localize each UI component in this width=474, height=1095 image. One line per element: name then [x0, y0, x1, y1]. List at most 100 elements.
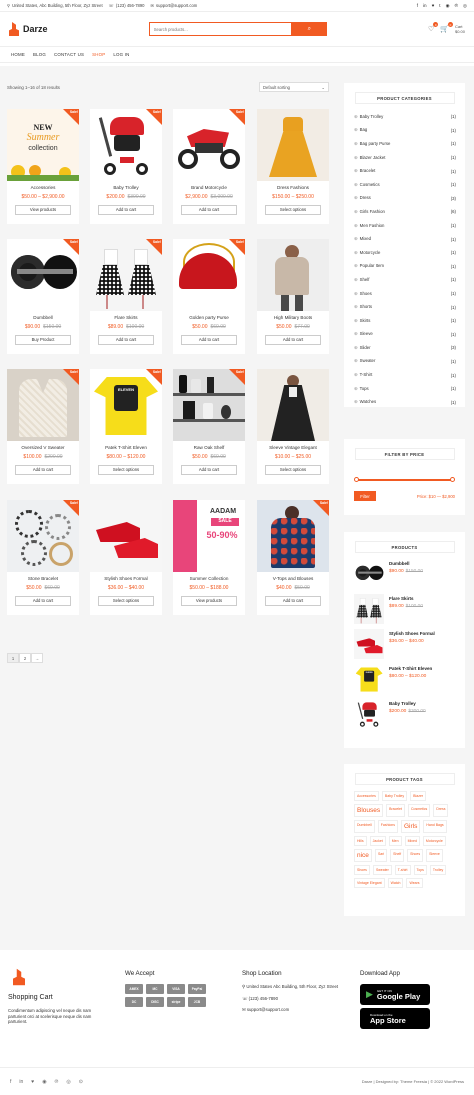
filter-button[interactable]: Filter [354, 491, 376, 501]
product-button[interactable]: Select options [98, 596, 154, 606]
tag-link[interactable]: Shoes [407, 849, 424, 862]
category-name[interactable]: Baby Trolley [360, 114, 384, 119]
category-item[interactable]: ⊕ Men Fashion (1) [344, 219, 465, 233]
social-icon[interactable]: ◉ [446, 3, 450, 9]
product-image[interactable]: Sale! [7, 239, 79, 311]
product-name[interactable]: Brand Motorcycle [173, 185, 245, 192]
category-item[interactable]: ⊕ Shelf (1) [344, 273, 465, 287]
category-item[interactable]: ⊕ T-Shirt (1) [344, 368, 465, 382]
tag-link[interactable]: Men [388, 836, 402, 846]
product-name[interactable]: Baby Trolley [389, 701, 426, 706]
category-item[interactable]: ⊕ Bag (1) [344, 124, 465, 138]
category-item[interactable]: ⊕ Sleeve (1) [344, 328, 465, 342]
category-name[interactable]: Mixed [360, 236, 371, 241]
product-name[interactable]: Raw Oak Shelf [173, 445, 245, 452]
site-logo[interactable]: Darze [9, 22, 48, 36]
nav-item-contact-us[interactable]: CONTACT US [54, 52, 84, 57]
product-name[interactable]: Baby Trolley [90, 185, 162, 192]
social-icon[interactable]: t [439, 3, 440, 9]
product-name[interactable]: Dumbbell [389, 561, 423, 566]
tag-link[interactable]: Vintage Elegant [354, 878, 385, 888]
tag-link[interactable]: Jacket [369, 836, 386, 846]
product-image[interactable]: Sale! [257, 500, 329, 572]
product-card[interactable]: Stylish Shoes Formal $36.00 – $40.00 Selec… [90, 500, 162, 615]
tag-link[interactable]: Sweater [372, 865, 392, 875]
product-button[interactable]: View products [181, 596, 237, 606]
category-name[interactable]: Shorts [360, 304, 372, 309]
product-card[interactable]: Sale! Brand Motorcycle $2,900.00 $3,000.00 A… [173, 109, 245, 224]
sidebar-product[interactable]: Baby Trolley $200.00 $300.00 [354, 699, 455, 734]
google-play-button[interactable]: ▶ GET IT ON Google Play [360, 984, 430, 1005]
tag-link[interactable]: Shoes [354, 865, 370, 875]
tag-link[interactable]: Girls [401, 820, 421, 833]
social-icon[interactable]: ♥ [31, 1079, 34, 1085]
product-image[interactable] [257, 109, 329, 181]
tag-link[interactable]: Hand Bags [423, 820, 447, 833]
slider-handle-max[interactable] [450, 477, 455, 482]
sidebar-product[interactable]: Flare Skirts $89.00 $100.00 [354, 594, 455, 629]
product-thumb[interactable] [354, 699, 384, 729]
category-name[interactable]: Motorcycle [360, 250, 381, 255]
tag-link[interactable]: Motorcycle [422, 836, 446, 846]
category-name[interactable]: Bag party Purse [360, 141, 391, 146]
product-name[interactable]: Summer Collection [173, 576, 245, 583]
product-image[interactable]: Sale! [7, 369, 79, 441]
category-item[interactable]: ⊕ Shorts (1) [344, 300, 465, 314]
nav-item-log-in[interactable]: LOG IN [113, 52, 129, 57]
product-card[interactable]: Sleeve Vintage Elegant $10.00 – $25.00 Sel… [257, 369, 329, 484]
product-thumb[interactable]: ELEVEN [354, 664, 384, 694]
product-button[interactable]: Buy Product [15, 335, 71, 345]
tag-link[interactable]: Shelf [390, 849, 405, 862]
product-button[interactable]: Add to cart [181, 465, 237, 475]
category-item[interactable]: ⊕ Girls Fashion (6) [344, 205, 465, 219]
category-item[interactable]: ⊕ Skirts (1) [344, 314, 465, 328]
product-card[interactable]: AADAM SALE 50-90% Summer Collection $50.00 –… [173, 500, 245, 615]
product-name[interactable]: Patek T-Shirt Eleven [389, 666, 432, 671]
social-icon[interactable]: ♥ [432, 3, 435, 9]
category-name[interactable]: Sleeve [360, 331, 373, 336]
social-icon[interactable]: f [417, 3, 418, 9]
product-button[interactable]: Add to cart [15, 596, 71, 606]
product-name[interactable]: Stone Bracelet [7, 576, 79, 583]
category-item[interactable]: ⊕ Sweater (1) [344, 355, 465, 369]
category-name[interactable]: Shelf [360, 277, 370, 282]
sidebar-product[interactable]: ELEVEN Patek T-Shirt Eleven $80.00 – $120.… [354, 664, 455, 699]
category-name[interactable]: Cosmetics [360, 182, 380, 187]
tag-link[interactable]: Blazer [410, 791, 427, 801]
tag-link[interactable]: nice [354, 849, 372, 862]
product-button[interactable]: Add to cart [181, 205, 237, 215]
tag-link[interactable]: Baby Trolley [381, 791, 408, 801]
category-name[interactable]: Dress [360, 195, 371, 200]
product-image[interactable] [257, 369, 329, 441]
search-input[interactable] [148, 22, 292, 36]
nav-item-home[interactable]: HOME [11, 52, 25, 57]
slider-handle-min[interactable] [354, 477, 359, 482]
cart-summary[interactable]: Cart $0.00 [455, 24, 465, 34]
product-image[interactable]: AADAM SALE 50-90% [173, 500, 245, 572]
category-item[interactable]: ⊕ Popular Item (1) [344, 260, 465, 274]
category-item[interactable]: ⊕ Dress (3) [344, 192, 465, 206]
tag-link[interactable]: Watch [387, 878, 404, 888]
social-icon[interactable]: in [19, 1079, 23, 1085]
product-image[interactable]: Sale! [90, 239, 162, 311]
social-icon[interactable]: in [423, 3, 427, 9]
category-item[interactable]: ⊕ Bracelet (1) [344, 164, 465, 178]
phone[interactable]: ☏ (123) 456-7890 [109, 3, 145, 8]
product-card[interactable]: Sale! Flare Skirts $89.00 $100.00 Add to car… [90, 239, 162, 354]
product-name[interactable]: Dumbbell [7, 315, 79, 322]
tag-link[interactable]: Cosmetics [407, 804, 431, 817]
search-button[interactable]: ⌕ [291, 22, 327, 36]
product-image[interactable] [257, 239, 329, 311]
tag-link[interactable]: Tops [413, 865, 427, 875]
product-thumb[interactable] [354, 594, 384, 624]
tag-link[interactable]: T-shirt [394, 865, 411, 875]
tag-link[interactable]: Dumbbell [354, 820, 375, 833]
product-card[interactable]: Sale! Baby Trolley $200.00 $300.00 Add to ca… [90, 109, 162, 224]
category-name[interactable]: Skirts [360, 318, 371, 323]
category-name[interactable]: Slider [360, 345, 371, 350]
tag-link[interactable]: Mixed [404, 836, 420, 846]
social-icon[interactable]: f [10, 1079, 11, 1085]
product-name[interactable]: Patek T-Shirt Eleven [90, 445, 162, 452]
tag-link[interactable]: Accessories [354, 791, 379, 801]
app-store-button[interactable]: Download on the App Store [360, 1008, 430, 1029]
